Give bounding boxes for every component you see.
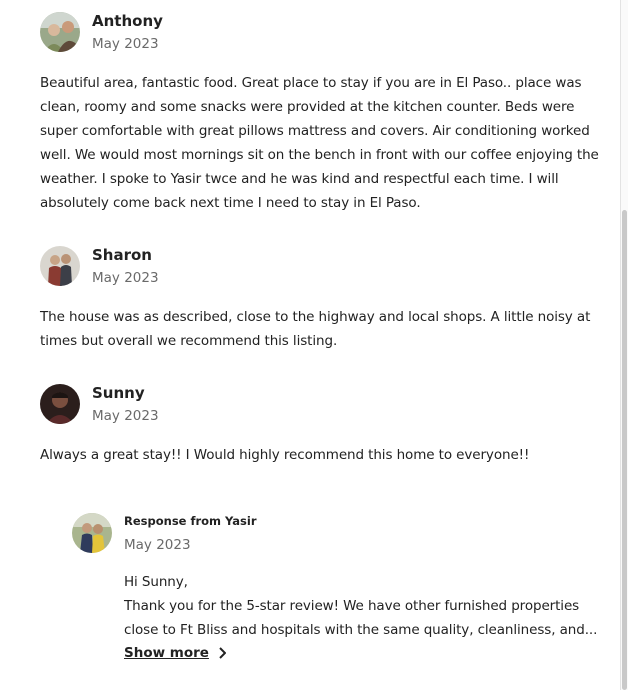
review-sharon: Sharon May 2023 The house was as describ… <box>40 245 600 353</box>
show-more-button[interactable]: Show more <box>124 645 226 661</box>
review-text: The house was as described, close to the… <box>40 309 591 349</box>
reviewer-name: Sharon <box>92 245 152 264</box>
response-body: Hi Sunny, Thank you for the 5-star revie… <box>124 570 602 661</box>
response-date: May 2023 <box>124 537 191 553</box>
response-header: Response from Yasir May 2023 <box>72 512 602 554</box>
review-anthony: Anthony May 2023 Beautiful area, fantast… <box>40 11 600 215</box>
response-greeting: Hi Sunny, <box>124 574 188 590</box>
response-text: Thank you for the 5-star review! We have… <box>124 598 598 638</box>
review-date: May 2023 <box>92 407 159 424</box>
avatar[interactable] <box>40 12 80 52</box>
review-text: Always a great stay!! I Would highly rec… <box>40 447 530 463</box>
show-more-label: Show more <box>124 645 209 661</box>
review-date: May 2023 <box>92 269 159 286</box>
avatar[interactable] <box>40 384 80 424</box>
review-header: Sharon May 2023 <box>40 245 600 287</box>
review-header: Sunny May 2023 <box>40 383 600 425</box>
response-title: Response from Yasir <box>124 514 257 528</box>
review-date: May 2023 <box>92 35 159 52</box>
review-header: Anthony May 2023 <box>40 11 600 53</box>
review-text: Beautiful area, fantastic food. Great pl… <box>40 75 599 211</box>
host-avatar[interactable] <box>72 513 112 553</box>
chevron-right-icon <box>219 647 226 659</box>
scrollbar-thumb[interactable] <box>622 210 627 690</box>
host-response: Response from Yasir May 2023 Hi Sunny, T… <box>72 512 602 661</box>
review-sunny: Sunny May 2023 Always a great stay!! I W… <box>40 383 600 467</box>
reviewer-name: Sunny <box>92 383 145 402</box>
reviewer-name: Anthony <box>92 11 163 30</box>
avatar[interactable] <box>40 246 80 286</box>
